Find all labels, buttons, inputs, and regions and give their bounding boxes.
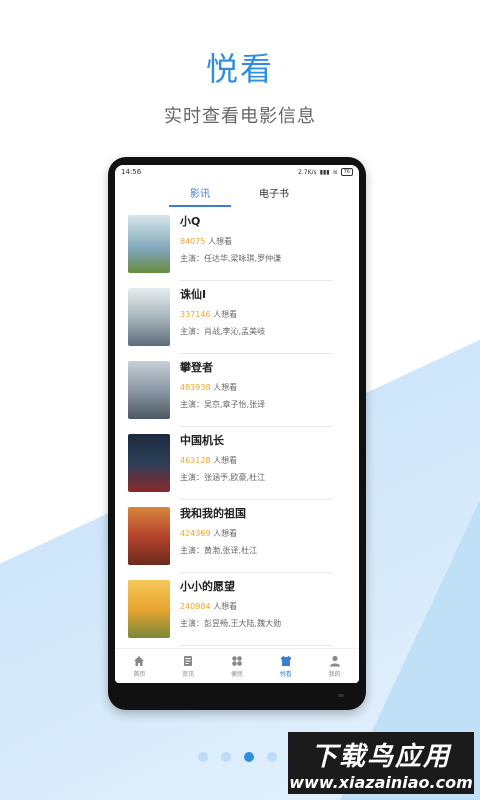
movie-poster (128, 579, 170, 638)
list-item[interactable]: 小Q 84075 人想看 主演：任达华,梁咏琪,罗仲谦 (128, 207, 359, 281)
hero-section: 悦看 实时查看电影信息 (0, 44, 480, 128)
list-item[interactable]: 攀登者 483938 人想看 主演：吴京,章子怡,张译 (128, 353, 359, 427)
page-dot-active[interactable] (244, 752, 254, 762)
hero-subtitle: 实时查看电影信息 (164, 106, 316, 127)
nav-mine[interactable]: 我的 (315, 655, 355, 678)
movie-title: 中国机长 (180, 433, 224, 447)
nav-label: 我的 (328, 670, 341, 678)
grid-icon (232, 655, 242, 666)
list-item[interactable]: 小小的愿望 240984 人想看 主演：彭昱畅,王大陆,魏大勋 (128, 572, 359, 646)
nav-label: 悦看 (279, 670, 292, 678)
want-count: 463128 (180, 455, 211, 465)
movie-cast: 主演：肖战,李沁,孟美岐 (180, 326, 266, 336)
top-tabs: 影讯 电子书 (115, 179, 359, 207)
bottom-nav: 首页 资讯 便民 悦看 我的 (115, 648, 359, 683)
watermark-url: www.xiazainiao.com (289, 773, 473, 792)
phone-screen: 14:56 2.7K/s ▮▮▮ ≋ 76 影讯 电子书 小Q 84075 人想… (115, 165, 359, 683)
movie-title: 小小的愿望 (180, 579, 235, 593)
movie-title: 攀登者 (180, 360, 213, 374)
want-count: 84075 (180, 236, 206, 246)
movie-poster (128, 433, 170, 492)
person-icon (329, 655, 340, 666)
movie-poster (128, 214, 170, 273)
want-label: 人想看 (213, 601, 238, 611)
want-count: 337146 (180, 309, 211, 319)
movie-title: 诛仙Ⅰ (180, 287, 207, 301)
wifi-icon: ≋ (332, 168, 338, 176)
movie-title: 我和我的祖国 (180, 506, 246, 520)
page-dot[interactable] (221, 752, 231, 762)
movie-poster (128, 506, 170, 565)
want-label: 人想看 (213, 309, 238, 319)
movie-cast: 主演：彭昱畅,王大陆,魏大勋 (180, 618, 282, 628)
signal-icon: ▮▮▮ (319, 168, 330, 176)
battery-icon: 76 (340, 168, 353, 176)
home-icon (134, 655, 145, 666)
network-speed: 2.7K/s (298, 168, 317, 176)
phone-frame: 14:56 2.7K/s ▮▮▮ ≋ 76 影讯 电子书 小Q 84075 人想… (108, 157, 366, 710)
nav-news[interactable]: 资讯 (168, 655, 208, 678)
nav-yuekan[interactable]: 悦看 (266, 655, 306, 678)
list-item[interactable]: 我和我的祖国 424369 人想看 主演：黄渤,张译,杜江 (128, 499, 359, 573)
nav-label: 首页 (133, 670, 146, 678)
movie-poster (128, 287, 170, 346)
movie-cast: 主演：黄渤,张译,杜江 (180, 545, 258, 555)
watermark-title: 下载鸟应用 (310, 742, 451, 772)
want-label: 人想看 (213, 455, 238, 465)
page-dot[interactable] (267, 752, 277, 762)
movie-cast: 主演：吴京,章子怡,张译 (180, 399, 266, 409)
want-label: 人想看 (213, 528, 238, 538)
list-item[interactable]: 诛仙Ⅰ 337146 人想看 主演：肖战,李沁,孟美岐 (128, 280, 359, 354)
nav-label: 资讯 (182, 670, 195, 678)
movie-title: 小Q (180, 214, 201, 228)
nav-services[interactable]: 便民 (217, 655, 257, 678)
nav-home[interactable]: 首页 (119, 655, 159, 678)
movie-poster (128, 360, 170, 419)
want-count: 240984 (180, 601, 211, 611)
want-count: 483938 (180, 382, 211, 392)
nav-label: 便民 (230, 670, 243, 678)
page-indicator (198, 752, 277, 762)
tab-movies[interactable]: 影讯 (169, 185, 231, 207)
want-count: 424369 (180, 528, 211, 538)
movie-cast: 主演：张涵予,欧豪,杜江 (180, 472, 266, 482)
status-bar: 14:56 2.7K/s ▮▮▮ ≋ 76 (115, 165, 359, 179)
movie-cast: 主演：任达华,梁咏琪,罗仲谦 (180, 253, 282, 263)
tab-ebooks[interactable]: 电子书 (249, 185, 299, 207)
page-dot[interactable] (198, 752, 208, 762)
movie-list: 小Q 84075 人想看 主演：任达华,梁咏琪,罗仲谦 诛仙Ⅰ 337146 人… (115, 207, 359, 646)
want-label: 人想看 (213, 382, 238, 392)
watermark: 下载鸟应用 www.xiazainiao.com (288, 732, 474, 794)
list-item[interactable]: 中国机长 463128 人想看 主演：张涵予,欧豪,杜江 (128, 426, 359, 500)
hero-title: 悦看 (205, 50, 274, 88)
news-icon (184, 655, 193, 666)
phone-sensor (338, 694, 344, 697)
shirt-icon (280, 655, 292, 666)
want-label: 人想看 (208, 236, 232, 246)
status-time: 14:56 (121, 168, 142, 176)
